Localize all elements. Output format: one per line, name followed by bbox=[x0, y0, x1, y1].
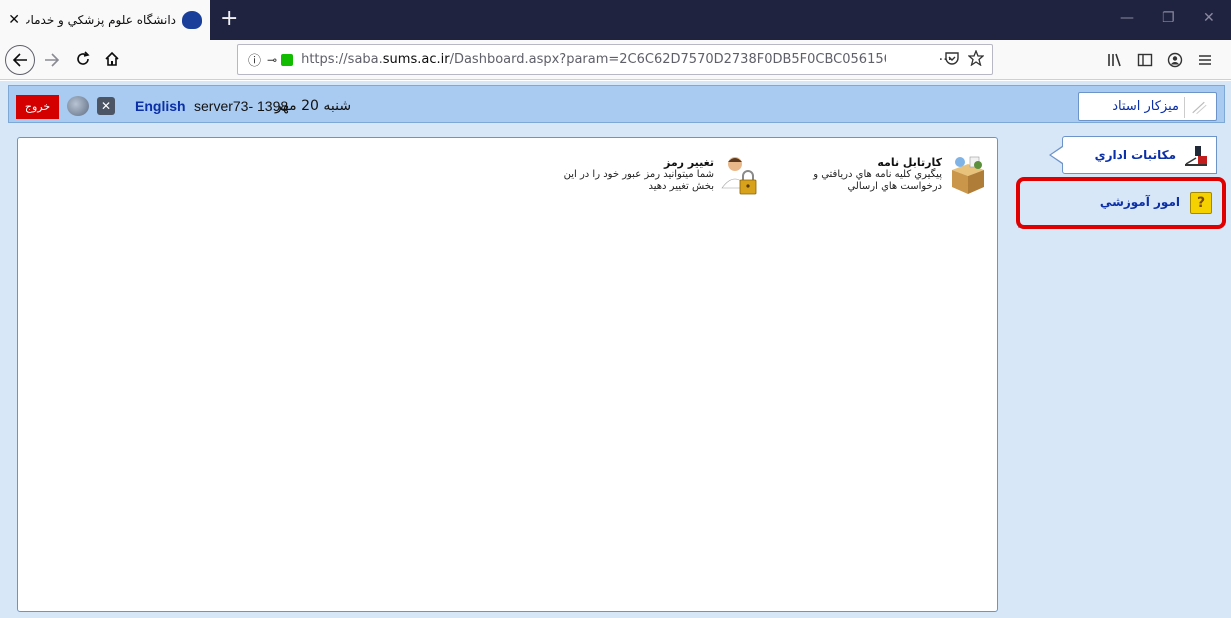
minimize-button[interactable]: — bbox=[1120, 10, 1134, 26]
browser-tab-bar: دانشگاه علوم پزشکي و خدمات بهد ✕ + — ❐ ✕ bbox=[0, 0, 1231, 40]
tab-title: دانشگاه علوم پزشکي و خدمات بهد bbox=[26, 13, 176, 27]
box-icon bbox=[952, 156, 984, 194]
browser-tab[interactable]: دانشگاه علوم پزشکي و خدمات بهد ✕ bbox=[0, 0, 210, 40]
address-bar[interactable]: ⓘ ⊸ https://saba.sums.ac.ir/Dashboard.as… bbox=[237, 44, 993, 75]
sidebar-item-label: مكاتبات اداري bbox=[1094, 148, 1176, 162]
university-favicon-icon bbox=[182, 11, 202, 29]
english-link[interactable]: English bbox=[135, 98, 186, 114]
library-icon[interactable] bbox=[1107, 52, 1123, 68]
tile-letters-cartable[interactable]: كارتابل نامه پيگيري كليه نامه هاي دريافت… bbox=[798, 154, 988, 204]
restore-button[interactable]: ❐ bbox=[1162, 10, 1175, 26]
date-info: شنبه 20 مهر bbox=[275, 98, 352, 114]
refresh-icon[interactable] bbox=[67, 96, 89, 116]
lock-icon[interactable] bbox=[281, 53, 294, 66]
dashboard-button[interactable]: ميزکار استاد bbox=[1078, 92, 1217, 121]
exit-button[interactable]: خروج bbox=[16, 95, 59, 119]
reload-icon bbox=[77, 51, 90, 65]
desk-icon bbox=[1184, 97, 1207, 118]
tile-description: شما ميتوانيد رمز عبور خود را در اين bbox=[563, 169, 714, 180]
account-icon[interactable] bbox=[1167, 52, 1183, 68]
url-text[interactable]: https://saba.sums.ac.ir/Dashboard.aspx?p… bbox=[301, 52, 886, 67]
tile-description: درخواست هاي ارسالي bbox=[847, 181, 942, 192]
home-button[interactable] bbox=[104, 51, 120, 71]
url-path: /Dashboard.aspx?param=2C6C62D7570D2738F0… bbox=[449, 52, 887, 67]
new-tab-button[interactable]: + bbox=[220, 6, 238, 31]
key-icon[interactable]: ⊸ bbox=[267, 53, 277, 67]
sidebar-item-official-correspondence[interactable]: مكاتبات اداري bbox=[1049, 136, 1217, 174]
browser-nav-bar: ⓘ ⊸ https://saba.sums.ac.ir/Dashboard.as… bbox=[0, 40, 1231, 80]
close-window-button[interactable]: ✕ bbox=[1203, 10, 1215, 26]
stamp-icon bbox=[1185, 146, 1207, 166]
pocket-icon[interactable] bbox=[944, 50, 960, 66]
url-domain: sums.ac.ir bbox=[382, 52, 450, 67]
menu-icon[interactable] bbox=[1197, 52, 1213, 68]
sidebar-toggle-icon[interactable] bbox=[1137, 52, 1153, 68]
tile-description: پيگيري كليه نامه هاي دريافتي و bbox=[813, 169, 942, 180]
top-header-strip: خروج ✕ English server73- 1398 شنبه 20 مه… bbox=[8, 85, 1225, 123]
dashboard-label: ميزکار استاد bbox=[1112, 99, 1179, 114]
home-icon bbox=[105, 51, 119, 66]
sidebar-item-educational-affairs[interactable]: ? امور آموزشي bbox=[1016, 177, 1226, 229]
page-body: خروج ✕ English server73- 1398 شنبه 20 مه… bbox=[0, 81, 1231, 618]
url-scheme: https://saba. bbox=[301, 52, 383, 67]
tile-change-password[interactable]: تغيير رمز شما ميتوانيد رمز عبور خود را د… bbox=[558, 154, 758, 204]
tile-title: كارتابل نامه bbox=[877, 156, 942, 169]
back-arrow-icon bbox=[12, 53, 27, 67]
forward-arrow-icon bbox=[45, 53, 60, 67]
bookmark-star-icon[interactable] bbox=[968, 50, 984, 66]
dashboard-content-panel: كارتابل نامه پيگيري كليه نامه هاي دريافت… bbox=[17, 137, 998, 612]
back-button[interactable] bbox=[5, 45, 35, 75]
tile-title: تغيير رمز bbox=[664, 156, 714, 169]
question-icon: ? bbox=[1190, 192, 1212, 214]
reload-button[interactable] bbox=[75, 51, 91, 71]
tab-close-icon[interactable]: ✕ bbox=[8, 12, 20, 28]
site-info-icon[interactable]: ⓘ bbox=[248, 50, 261, 69]
forward-button[interactable] bbox=[44, 52, 60, 71]
close-icon[interactable]: ✕ bbox=[97, 97, 115, 115]
tile-description: بخش تغيير دهيد bbox=[648, 181, 715, 192]
sidebar-item-label: امور آموزشي bbox=[1099, 195, 1180, 209]
user-lock-icon bbox=[721, 157, 757, 195]
